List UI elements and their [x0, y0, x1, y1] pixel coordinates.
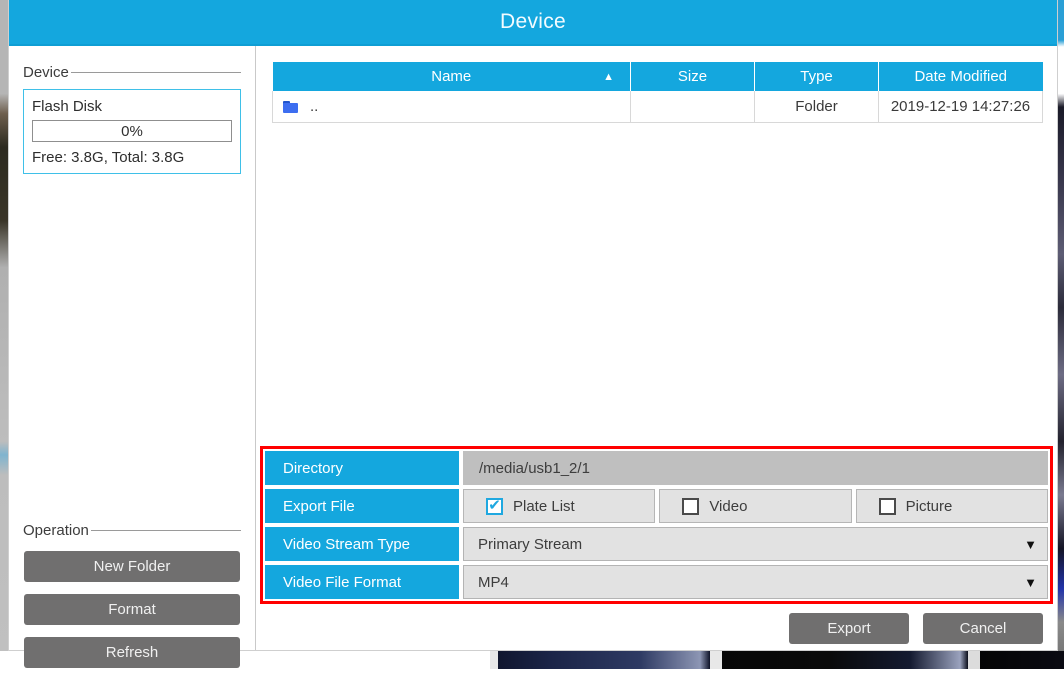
checkbox-picture-label: Picture: [906, 498, 953, 515]
check-glyph: ✔: [488, 498, 501, 513]
cell-date-modified: 2019-12-19 14:27:26: [879, 91, 1043, 122]
disk-name-label: Flash Disk: [32, 98, 232, 115]
export-file-options: ✔ Plate List Video Picture: [463, 489, 1048, 523]
operation-group-header: Operation: [23, 522, 241, 539]
checkbox-unchecked-icon: [879, 498, 896, 515]
operation-group-legend: Operation: [23, 522, 89, 539]
video-file-format-value: MP4: [478, 574, 509, 591]
checkbox-video-label: Video: [709, 498, 747, 515]
operation-group: Operation New Folder Format Refresh: [23, 504, 241, 680]
file-list-header-row: Name ▲ Size Type Date Modified: [273, 62, 1043, 91]
cell-size: [631, 91, 755, 122]
folder-icon: [283, 101, 298, 113]
cell-type: Folder: [755, 91, 879, 122]
disk-usage-percent-label: 0%: [121, 123, 143, 140]
cell-name-label: ..: [310, 98, 318, 115]
video-file-format-select[interactable]: MP4 ▼: [463, 565, 1048, 599]
video-stream-type-row: Video Stream Type Primary Stream ▼: [265, 527, 1048, 561]
cancel-button[interactable]: Cancel: [923, 613, 1043, 644]
column-header-name[interactable]: Name ▲: [273, 62, 631, 91]
export-button[interactable]: Export: [789, 613, 909, 644]
disk-usage-progressbar: 0%: [32, 120, 232, 142]
dialog-footer: Export Cancel: [789, 613, 1043, 644]
new-folder-button[interactable]: New Folder: [24, 551, 240, 582]
device-dialog: Device Device Flash Disk 0% Free: 3.8G, …: [8, 0, 1058, 651]
export-settings-panel: Directory /media/usb1_2/1 Export File ✔ …: [260, 446, 1053, 604]
background-video-tiles: [490, 651, 1064, 669]
video-stream-type-label: Video Stream Type: [265, 527, 459, 561]
refresh-button[interactable]: Refresh: [24, 637, 240, 668]
chevron-down-icon: ▼: [1024, 575, 1037, 590]
video-stream-type-select[interactable]: Primary Stream ▼: [463, 527, 1048, 561]
chevron-down-icon: ▼: [1024, 537, 1037, 552]
video-stream-type-value: Primary Stream: [478, 536, 582, 553]
table-row[interactable]: .. Folder 2019-12-19 14:27:26: [273, 91, 1043, 122]
background-strip-right: [1058, 0, 1064, 669]
checkbox-checked-icon: ✔: [486, 498, 503, 515]
directory-value[interactable]: /media/usb1_2/1: [463, 451, 1048, 485]
checkbox-video[interactable]: Video: [659, 489, 851, 523]
checkbox-picture[interactable]: Picture: [856, 489, 1048, 523]
checkbox-unchecked-icon: [682, 498, 699, 515]
column-header-name-label: Name: [431, 68, 471, 85]
device-group-legend: Device: [23, 64, 69, 81]
sort-ascending-icon: ▲: [603, 71, 614, 83]
column-header-type[interactable]: Type: [755, 62, 879, 91]
format-button[interactable]: Format: [24, 594, 240, 625]
device-group-header: Device: [23, 64, 241, 81]
disk-capacity-label: Free: 3.8G, Total: 3.8G: [32, 149, 232, 166]
column-header-size[interactable]: Size: [631, 62, 755, 91]
right-pane: Name ▲ Size Type Date Modified ..: [256, 46, 1057, 650]
export-file-row: Export File ✔ Plate List Video Picture: [265, 489, 1048, 523]
directory-row: Directory /media/usb1_2/1: [265, 451, 1048, 485]
device-group-rule: [71, 72, 241, 73]
operation-group-rule: [91, 530, 241, 531]
video-file-format-row: Video File Format MP4 ▼: [265, 565, 1048, 599]
background-strip-left: [0, 0, 8, 669]
checkbox-plate-list[interactable]: ✔ Plate List: [463, 489, 655, 523]
directory-label: Directory: [265, 451, 459, 485]
file-list-table: Name ▲ Size Type Date Modified ..: [272, 62, 1043, 123]
left-pane: Device Flash Disk 0% Free: 3.8G, Total: …: [9, 46, 256, 650]
column-header-date-modified[interactable]: Date Modified: [879, 62, 1043, 91]
dialog-titlebar: Device: [9, 0, 1057, 46]
cell-name[interactable]: ..: [273, 91, 631, 122]
device-info-box: Flash Disk 0% Free: 3.8G, Total: 3.8G: [23, 89, 241, 174]
export-file-label: Export File: [265, 489, 459, 523]
dialog-body: Device Flash Disk 0% Free: 3.8G, Total: …: [9, 46, 1057, 650]
operation-buttons: New Folder Format Refresh: [23, 551, 241, 668]
video-file-format-label: Video File Format: [265, 565, 459, 599]
dialog-title: Device: [500, 10, 566, 34]
checkbox-plate-list-label: Plate List: [513, 498, 575, 515]
